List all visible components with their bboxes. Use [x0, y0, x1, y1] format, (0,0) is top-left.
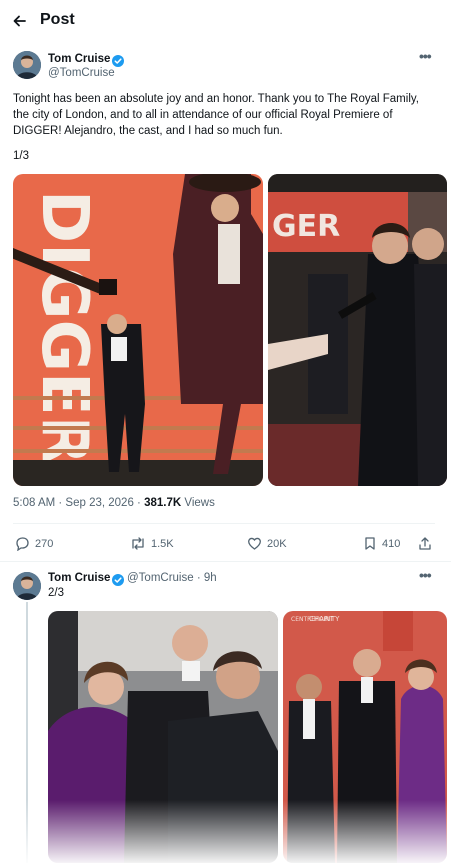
reply-icon [16, 537, 29, 551]
views-label: Views [181, 497, 215, 509]
author-name[interactable]: Tom Cruise [48, 572, 110, 584]
post-image-premiere-poster[interactable]: DIGGER [13, 174, 263, 486]
share-icon [419, 537, 431, 550]
author-handle[interactable]: @TomCruise [48, 67, 115, 79]
views-count[interactable]: 381.7K [144, 497, 181, 509]
more-options-icon[interactable]: ••• [419, 48, 432, 64]
top-bar: Post [0, 0, 451, 42]
post-metadata: 5:08 AM · Sep 23, 2026 · 381.7K Views [13, 497, 215, 509]
share-button[interactable] [418, 536, 432, 551]
thread-count: 1/3 [13, 150, 29, 162]
poster-title-text: DIGGER [27, 190, 101, 465]
repost-icon [132, 537, 144, 550]
page-title: Post [40, 11, 75, 28]
author-handle-and-time[interactable]: @TomCruise · 9h [127, 572, 217, 584]
like-button[interactable]: 20K [247, 536, 287, 551]
thread-count: 2/3 [48, 587, 64, 599]
post-image-red-carpet-interview[interactable]: GER [268, 174, 447, 486]
divider [13, 523, 435, 524]
backdrop-text: GER [272, 209, 340, 244]
divider [0, 561, 451, 562]
back-arrow-icon[interactable] [9, 10, 31, 32]
repost-count: 1.5K [151, 537, 174, 550]
reply-count: 270 [35, 537, 54, 550]
repost-button[interactable]: 1.5K [130, 536, 174, 551]
bookmark-button[interactable]: 410 [363, 536, 400, 551]
post-text: Tonight has been an absolute joy and an … [13, 93, 419, 137]
verified-badge-icon [112, 54, 124, 67]
bottom-fade-overlay [0, 800, 451, 863]
bookmark-icon [365, 537, 375, 550]
reply-button[interactable]: 270 [15, 536, 53, 551]
bookmark-count: 410 [382, 537, 401, 550]
avatar[interactable] [13, 572, 41, 600]
timestamp[interactable]: 5:08 AM · Sep 23, 2026 · [13, 497, 144, 509]
like-count: 20K [267, 537, 287, 550]
heart-icon [248, 537, 261, 550]
avatar[interactable] [13, 51, 41, 79]
author-name[interactable]: Tom Cruise [48, 53, 110, 65]
more-options-icon[interactable]: ••• [419, 567, 432, 583]
backdrop-text: CHARITY [309, 615, 340, 623]
verified-badge-icon [112, 573, 124, 586]
